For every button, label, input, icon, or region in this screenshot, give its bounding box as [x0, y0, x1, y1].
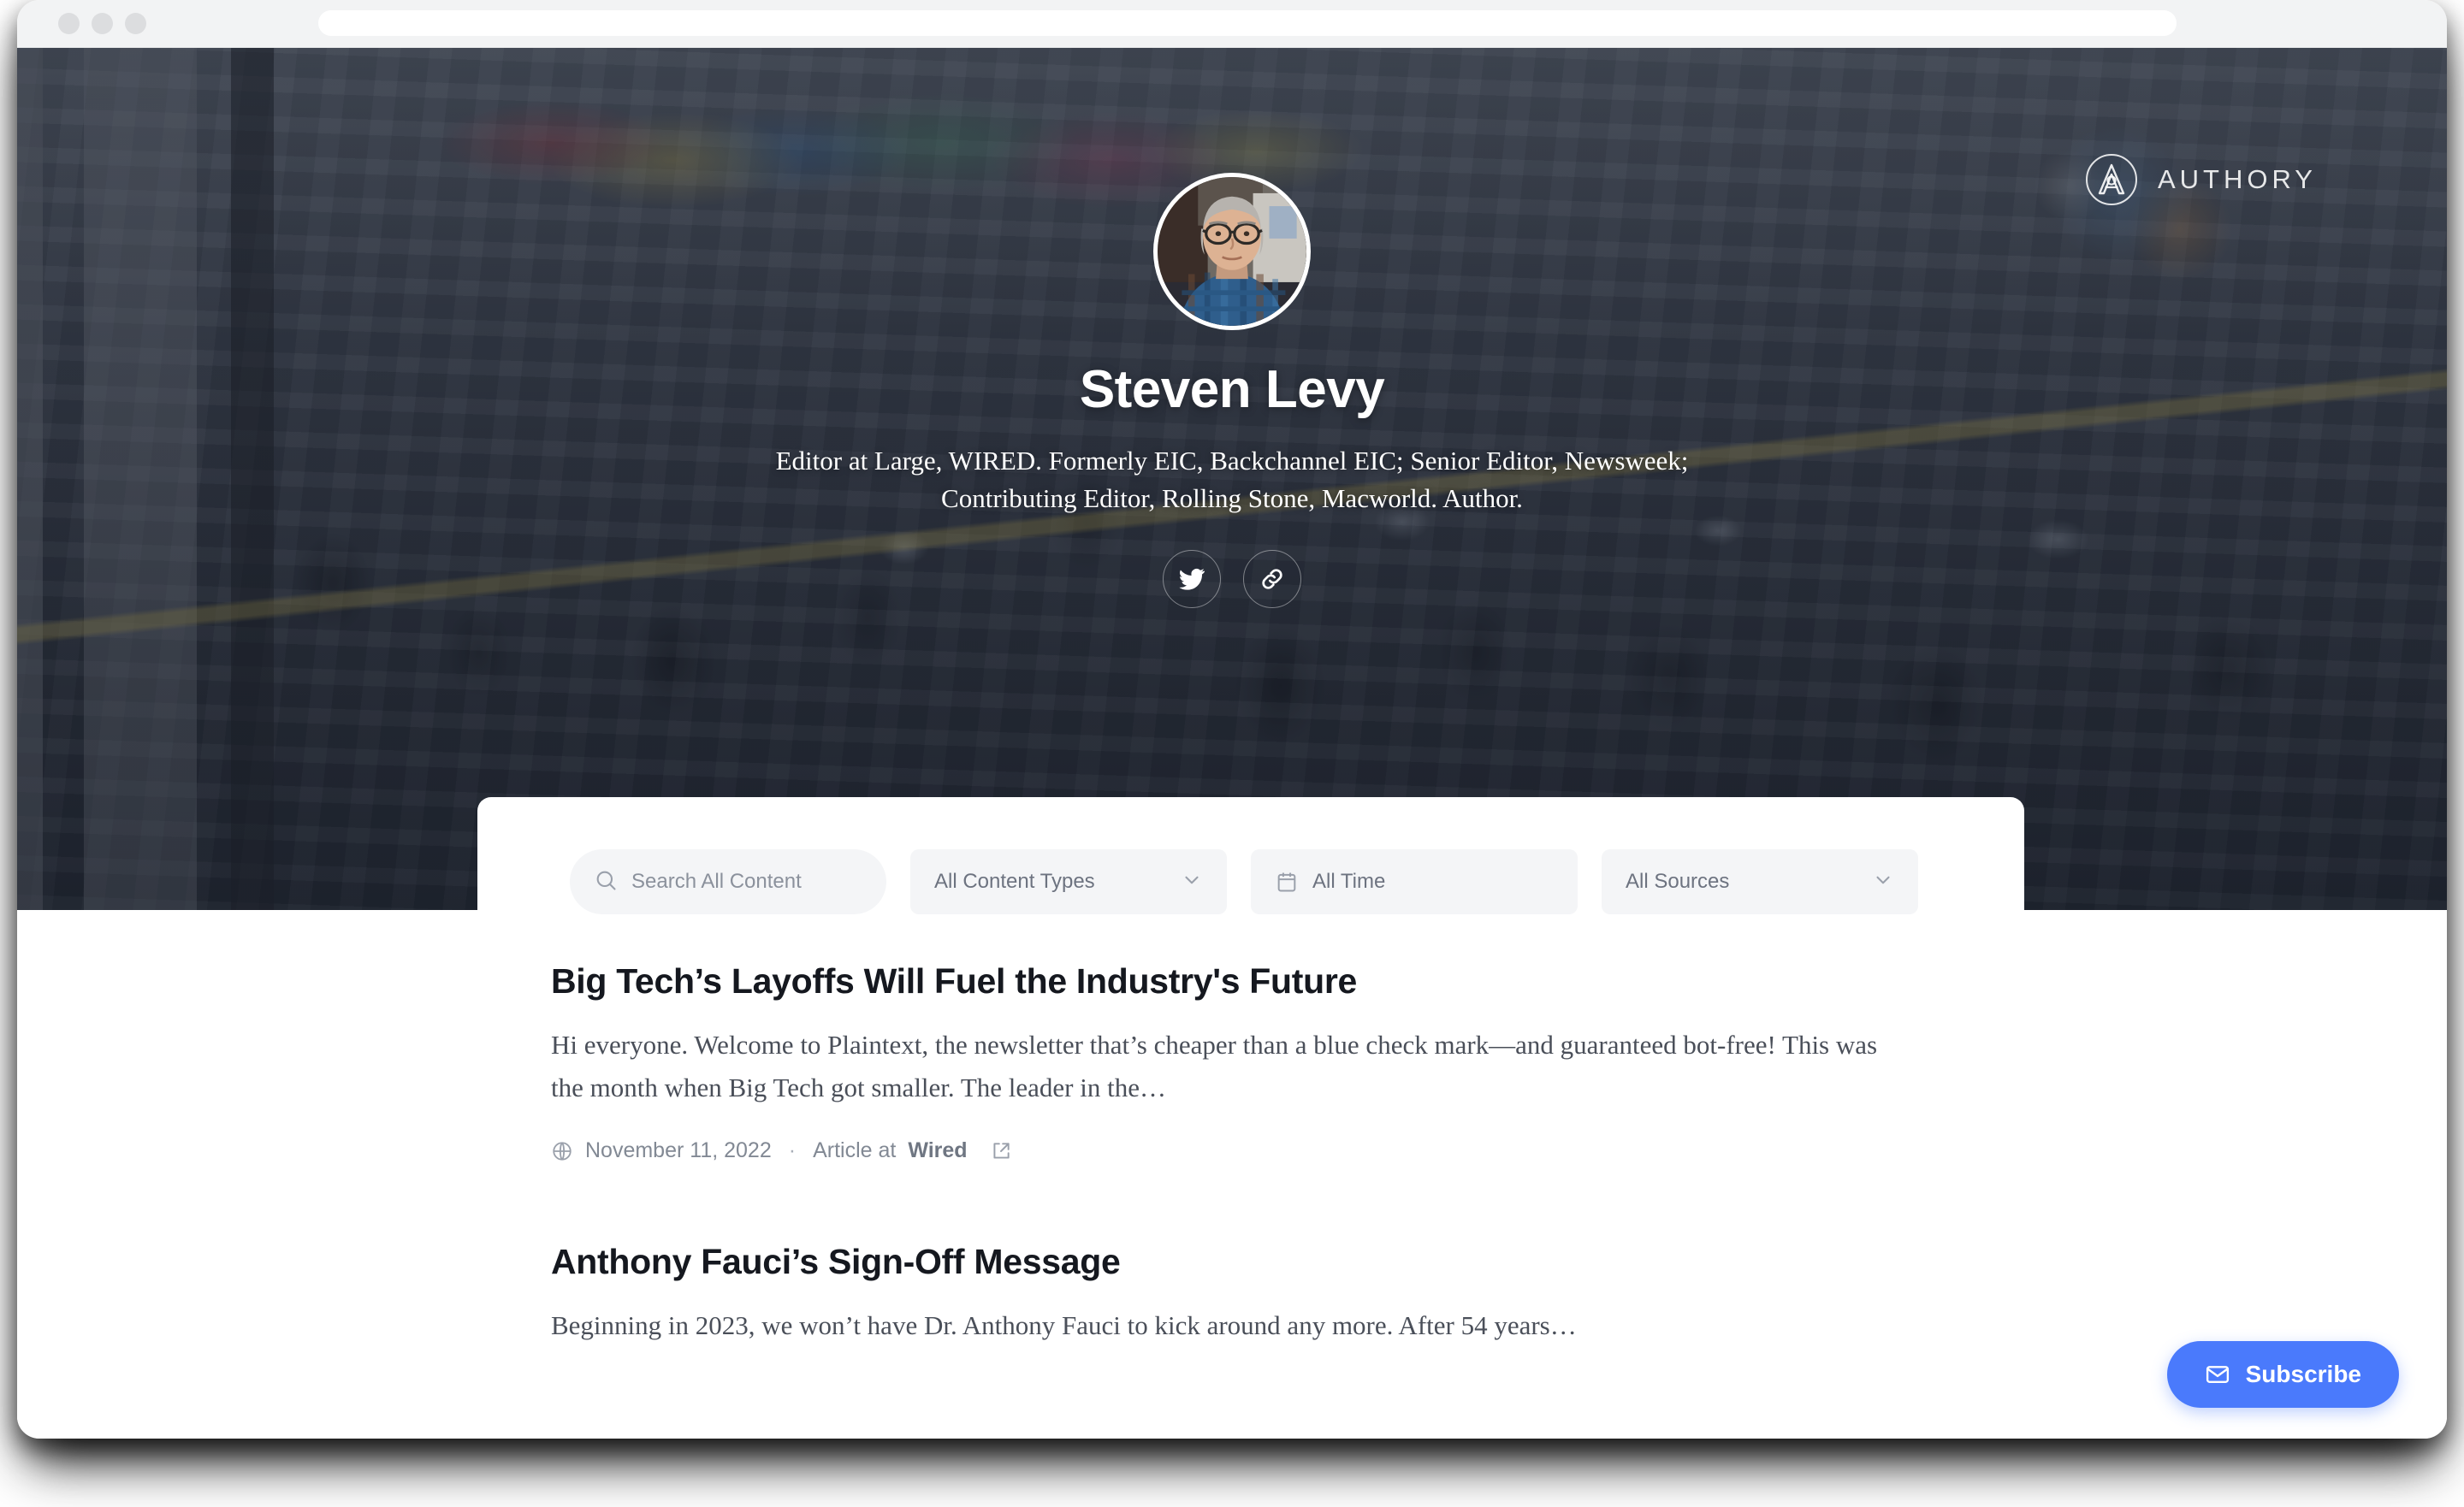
profile-bio-line-1: Editor at Large, WIRED. Formerly EIC, Ba…: [775, 446, 1689, 476]
article-title[interactable]: Anthony Fauci’s Sign-Off Message: [551, 1242, 1913, 1282]
article-title[interactable]: Big Tech’s Layoffs Will Fuel the Industr…: [551, 961, 1913, 1002]
twitter-icon: [1179, 569, 1205, 590]
article-source-prefix: Article at: [813, 1138, 897, 1163]
social-links: [1163, 550, 1301, 609]
twitter-link[interactable]: [1163, 550, 1221, 609]
article-card[interactable]: Anthony Fauci’s Sign-Off Message Beginni…: [551, 1242, 1913, 1347]
article-meta: November 11, 2022 · Article at Wired: [551, 1138, 1913, 1163]
subscribe-label: Subscribe: [2245, 1361, 2361, 1387]
chevron-down-icon: [1181, 869, 1203, 895]
profile-bio-line-2: Contributing Editor, Rolling Stone, Macw…: [941, 483, 1523, 514]
subscribe-dock: Subscribe: [2132, 1321, 2426, 1427]
hero-banner: AUTHORY Steven Levy Editor at Large, WIR…: [17, 48, 2447, 910]
meta-separator: ·: [788, 1138, 797, 1163]
search-field[interactable]: [570, 849, 886, 914]
calendar-icon: [1275, 870, 1299, 894]
envelope-icon: [2205, 1362, 2230, 1387]
chevron-down-icon: [1872, 869, 1894, 895]
avatar[interactable]: [1153, 173, 1311, 330]
content-feed: Big Tech’s Layoffs Will Fuel the Industr…: [17, 910, 2447, 1427]
page-viewport: AUTHORY Steven Levy Editor at Large, WIR…: [17, 48, 2447, 1439]
link-icon: [1262, 569, 1282, 589]
authory-logo[interactable]: AUTHORY: [2084, 152, 2317, 207]
authory-compass-icon: [2085, 154, 2137, 205]
time-filter-select[interactable]: All Time: [1251, 849, 1578, 914]
avatar-portrait: [1158, 177, 1306, 326]
globe-icon: [551, 1140, 573, 1162]
website-link[interactable]: [1243, 550, 1301, 609]
close-button[interactable]: [58, 13, 80, 34]
minimize-button[interactable]: [92, 13, 113, 34]
browser-chrome: [17, 0, 2447, 48]
article-excerpt: Beginning in 2023, we won’t have Dr. Ant…: [551, 1310, 1577, 1341]
profile-bio: Editor at Large, WIRED. Formerly EIC, Ba…: [625, 442, 1839, 517]
article-date: November 11, 2022: [585, 1138, 772, 1163]
search-icon: [594, 868, 618, 896]
search-input[interactable]: [631, 870, 862, 894]
browser-window: AUTHORY Steven Levy Editor at Large, WIR…: [17, 0, 2447, 1439]
article-excerpt: Hi everyone. Welcome to Plaintext, the n…: [551, 1030, 1878, 1103]
subscribe-button[interactable]: Subscribe: [2166, 1341, 2399, 1408]
article-card[interactable]: Big Tech’s Layoffs Will Fuel the Industr…: [551, 961, 1913, 1163]
feed-container: Big Tech’s Layoffs Will Fuel the Industr…: [459, 961, 2005, 1348]
profile-name: Steven Levy: [1079, 360, 1385, 419]
address-bar[interactable]: [318, 10, 2177, 36]
time-filter-label: All Time: [1312, 870, 1386, 893]
article-source-name: Wired: [908, 1138, 968, 1163]
authory-wordmark: AUTHORY: [2157, 164, 2317, 194]
hero-content: Steven Levy Editor at Large, WIRED. Form…: [17, 48, 2447, 910]
maximize-button[interactable]: [125, 13, 146, 34]
window-controls: [58, 13, 146, 34]
content-type-select[interactable]: All Content Types: [910, 849, 1227, 914]
filter-bar: All Content Types All Time All Sour: [477, 797, 2024, 966]
content-type-label: All Content Types: [934, 870, 1095, 893]
sources-label: All Sources: [1626, 870, 1730, 893]
external-link-icon[interactable]: [990, 1140, 1012, 1162]
sources-select[interactable]: All Sources: [1602, 849, 1918, 914]
